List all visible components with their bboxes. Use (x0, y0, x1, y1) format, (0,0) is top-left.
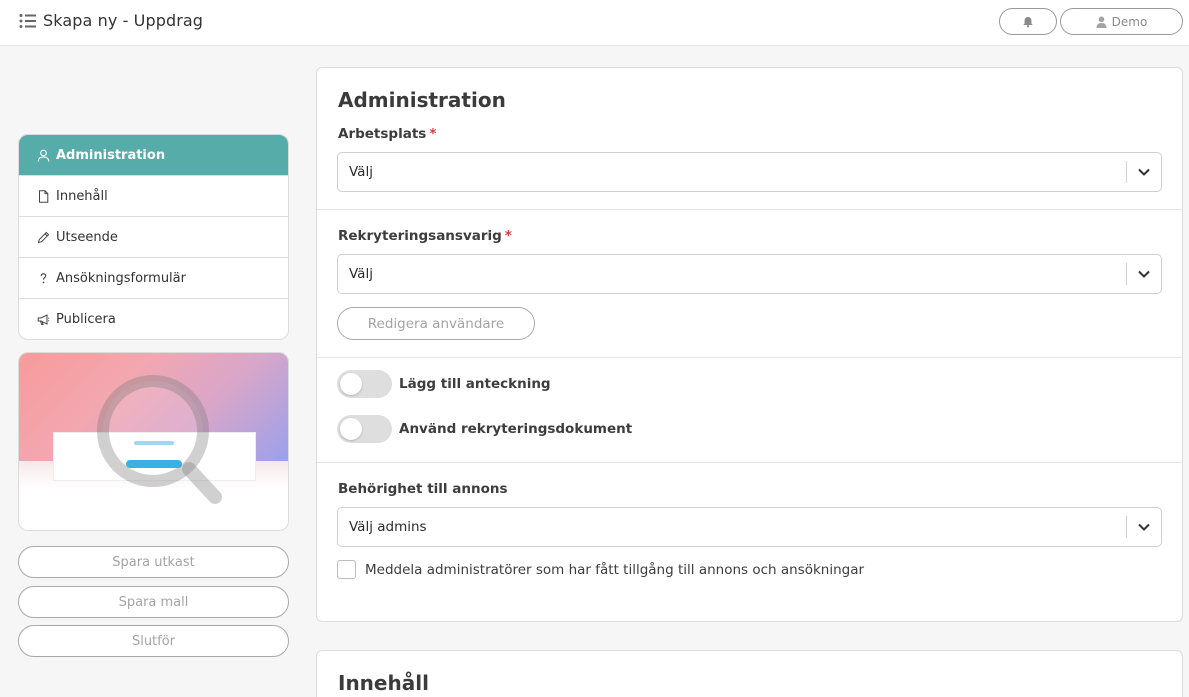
sidebar-item-application-form[interactable]: Ansökningsformulär (19, 257, 288, 298)
ad-preview-thumbnail[interactable] (18, 352, 289, 531)
chevron-down-icon[interactable] (1137, 165, 1151, 179)
sidebar-item-content[interactable]: Innehåll (19, 175, 288, 216)
divider (317, 357, 1182, 358)
add-note-toggle[interactable] (337, 370, 392, 398)
list-icon[interactable] (19, 13, 37, 29)
section-title: Innehåll (338, 671, 429, 695)
workplace-select-value: Välj (349, 164, 373, 180)
toggle-knob (340, 418, 362, 440)
sidebar-item-label: Innehåll (56, 188, 108, 204)
recruiter-select-value: Välj (349, 266, 373, 282)
administration-card: Administration Arbetsplats * Välj Rekryte… (316, 67, 1183, 622)
sidebar-item-label: Ansökningsformulär (56, 270, 186, 286)
magnifier-icon (97, 375, 222, 504)
required-marker: * (429, 126, 437, 142)
section-title: Administration (338, 88, 506, 112)
recruiter-select[interactable]: Välj (337, 254, 1162, 294)
user-icon (1096, 16, 1107, 28)
required-marker: * (504, 228, 512, 244)
divider (317, 462, 1182, 463)
top-bar: Skapa ny - Uppdrag Demo (0, 0, 1189, 46)
content-card: Innehåll (316, 650, 1183, 697)
permission-select-value: Välj admins (349, 519, 427, 535)
sidebar-item-label: Administration (56, 147, 166, 163)
page-title: Skapa ny - Uppdrag (43, 11, 204, 30)
sidebar-item-label: Utseende (56, 229, 118, 245)
select-separator (1126, 161, 1127, 183)
sidebar-item-administration[interactable]: Administration (19, 135, 288, 175)
chevron-down-icon[interactable] (1137, 267, 1151, 281)
recruiter-label: Rekryteringsansvarig * (338, 228, 512, 244)
chevron-down-icon[interactable] (1137, 520, 1151, 534)
toggle-knob (340, 373, 362, 395)
add-note-label: Lägg till anteckning (399, 376, 551, 392)
sidebar-item-label: Publicera (56, 311, 116, 327)
sidebar-nav: Administration Innehåll Utseende Ansökni… (18, 134, 289, 340)
divider (317, 209, 1182, 210)
notify-admins-label: Meddela administratörer som har fått til… (365, 562, 865, 578)
finish-button[interactable]: Slutför (18, 625, 289, 657)
recruiter-label-text: Rekryteringsansvarig (338, 228, 502, 244)
document-icon (39, 189, 49, 203)
recruitment-document-toggle[interactable] (337, 415, 392, 443)
select-separator (1126, 516, 1127, 538)
notifications-button[interactable] (999, 8, 1057, 35)
workplace-label: Arbetsplats * (338, 126, 436, 142)
permission-select[interactable]: Välj admins (337, 507, 1162, 547)
permission-label: Behörighet till annons (338, 481, 508, 497)
user-icon (37, 149, 50, 162)
bell-icon (1023, 16, 1033, 27)
save-template-button[interactable]: Spara mall (18, 586, 289, 618)
sidebar-item-appearance[interactable]: Utseende (19, 216, 288, 257)
select-separator (1126, 263, 1127, 285)
user-name: Demo (1111, 14, 1148, 29)
workplace-select[interactable]: Välj (337, 152, 1162, 192)
pencil-icon (37, 231, 50, 243)
question-icon (40, 272, 47, 283)
notify-admins-checkbox[interactable] (337, 560, 356, 579)
megaphone-icon (37, 313, 50, 325)
recruitment-document-label: Använd rekryteringsdokument (399, 421, 633, 437)
edit-users-button[interactable]: Redigera användare (337, 307, 535, 340)
workplace-label-text: Arbetsplats (338, 126, 427, 142)
sidebar-item-publish[interactable]: Publicera (19, 298, 288, 339)
save-draft-button[interactable]: Spara utkast (18, 546, 289, 578)
user-menu-button[interactable]: Demo (1060, 8, 1183, 35)
